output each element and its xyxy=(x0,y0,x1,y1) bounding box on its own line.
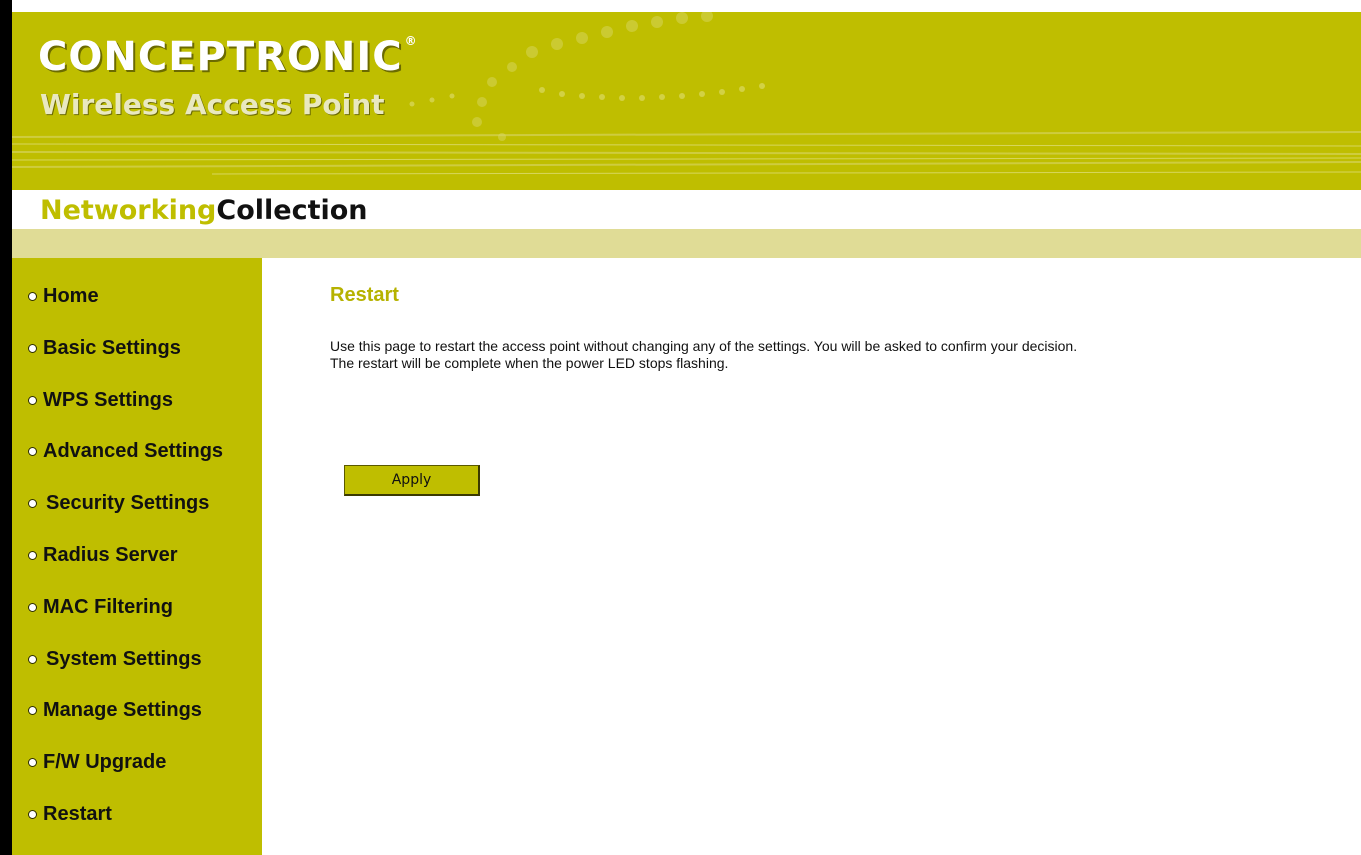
radio-bullet-icon xyxy=(28,705,37,715)
sidebar-item-label: MAC Filtering xyxy=(43,595,173,618)
apply-button[interactable]: Apply xyxy=(344,465,480,496)
header-banner: CONCEPTRONIC ® Wireless Access Point xyxy=(12,12,1361,190)
sidebar-item-label: System Settings xyxy=(46,647,202,670)
radio-bullet-icon xyxy=(28,602,37,612)
sidebar-item-basic-settings[interactable]: Basic Settings xyxy=(12,334,181,362)
sidebar-item-label: Home xyxy=(43,284,99,307)
description-line: The restart will be complete when the po… xyxy=(330,355,729,371)
sidebar-item-radius-server[interactable]: Radius Server xyxy=(12,541,178,569)
sidebar-item-label: Restart xyxy=(43,802,112,825)
sidebar-item-security-settings[interactable]: Security Settings xyxy=(12,489,209,517)
sidebar-item-label: Advanced Settings xyxy=(43,439,224,462)
sidebar-item-wps-settings[interactable]: WPS Settings xyxy=(12,386,173,414)
product-subtitle: Wireless Access Point xyxy=(40,88,385,121)
description-line: Use this page to restart the access poin… xyxy=(330,338,1078,354)
radio-bullet-icon xyxy=(28,498,37,508)
sidebar-item-manage-settings[interactable]: Manage Settings xyxy=(12,696,202,724)
sidebar-item-advanced-settings[interactable]: Advanced Settings xyxy=(12,437,223,465)
sidebar-nav: Home Basic Settings WPS Settings Advance… xyxy=(12,258,262,855)
radio-bullet-icon xyxy=(28,550,37,560)
sidebar-item-restart[interactable]: Restart xyxy=(12,800,112,828)
sidebar-item-label: Security Settings xyxy=(46,491,210,514)
sidebar-item-system-settings[interactable]: System Settings xyxy=(12,645,202,673)
sidebar-item-label: Manage Settings xyxy=(43,698,202,721)
left-border xyxy=(0,0,12,855)
radio-bullet-icon xyxy=(28,395,37,405)
main-content: Restart Use this page to restart the acc… xyxy=(262,258,1361,855)
top-margin xyxy=(0,0,1361,12)
radio-bullet-icon xyxy=(28,291,37,301)
radio-bullet-icon xyxy=(28,654,37,664)
radio-bullet-icon xyxy=(28,343,37,353)
sidebar-item-mac-filtering[interactable]: MAC Filtering xyxy=(12,593,173,621)
header-stripe xyxy=(12,229,1361,258)
sidebar-item-label: Radius Server xyxy=(43,543,178,566)
radio-bullet-icon xyxy=(28,757,37,767)
page-title: Restart xyxy=(330,284,399,306)
collection-bar: NetworkingCollection xyxy=(12,190,1361,230)
sidebar-item-label: F/W Upgrade xyxy=(43,750,167,773)
radio-bullet-icon xyxy=(28,446,37,456)
sidebar-item-label: Basic Settings xyxy=(43,336,181,359)
sidebar-item-label: WPS Settings xyxy=(43,388,174,411)
radio-bullet-icon xyxy=(28,809,37,819)
sidebar-item-fw-upgrade[interactable]: F/W Upgrade xyxy=(12,748,166,776)
collection-logo: NetworkingCollection xyxy=(40,195,368,226)
brand-logo: CONCEPTRONIC ® xyxy=(38,34,418,80)
sidebar-item-home[interactable]: Home xyxy=(12,282,99,310)
page-description: Use this page to restart the access poin… xyxy=(330,338,1340,372)
